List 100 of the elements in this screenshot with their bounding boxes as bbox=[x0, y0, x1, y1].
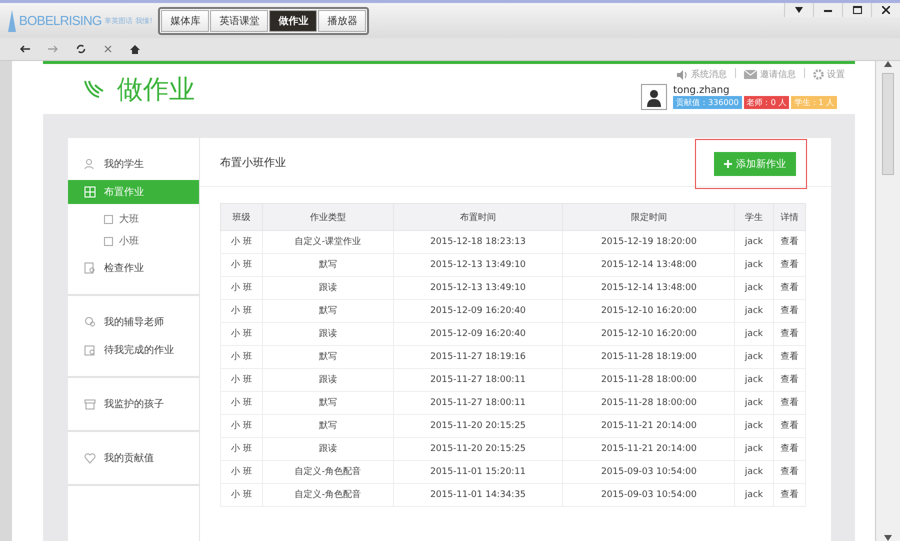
shop-icon bbox=[84, 398, 96, 410]
table-cell: 2015-11-28 18:00:00 bbox=[562, 368, 735, 392]
column-header: 布置时间 bbox=[393, 204, 563, 230]
table-cell: 2015-11-21 20:14:00 bbox=[562, 438, 735, 460]
tower-icon bbox=[8, 10, 16, 32]
table-cell: 小 班 bbox=[220, 392, 263, 414]
leaf-logo-icon bbox=[83, 79, 105, 99]
sidebar-subitem[interactable]: 小班 bbox=[68, 230, 199, 252]
table-cell: jack bbox=[734, 276, 774, 300]
sidebar-item[interactable]: 待我完成的作业 bbox=[68, 338, 199, 362]
close-button[interactable] bbox=[871, 3, 900, 17]
heart-icon bbox=[84, 452, 96, 464]
table-cell: 2015-11-01 15:20:11 bbox=[393, 460, 563, 484]
view-link[interactable]: 查看 bbox=[773, 276, 806, 300]
document-search-icon bbox=[84, 262, 96, 274]
view-link[interactable]: 查看 bbox=[773, 322, 806, 346]
minimize-button[interactable] bbox=[813, 3, 842, 17]
view-link[interactable]: 查看 bbox=[773, 392, 806, 414]
table-cell: 小 班 bbox=[220, 254, 263, 276]
view-link[interactable]: 查看 bbox=[773, 254, 806, 276]
sidebar-item[interactable]: 我的学生 bbox=[68, 152, 199, 176]
table-cell: 2015-12-14 13:48:00 bbox=[562, 276, 735, 300]
home-icon[interactable] bbox=[130, 44, 140, 54]
table-cell: jack bbox=[734, 368, 774, 392]
refresh-icon[interactable] bbox=[76, 44, 86, 54]
sidebar-item[interactable]: 检查作业 bbox=[68, 256, 199, 280]
table-cell: 默写 bbox=[262, 414, 394, 438]
back-icon[interactable] bbox=[20, 45, 30, 53]
square-icon bbox=[104, 236, 113, 246]
minimize-icon bbox=[824, 7, 832, 13]
app-tab[interactable]: 媒体库 bbox=[161, 10, 210, 32]
view-link[interactable]: 查看 bbox=[773, 368, 806, 392]
table-cell: 自定义-课堂作业 bbox=[262, 230, 394, 254]
calendar-icon bbox=[84, 344, 96, 356]
view-link[interactable]: 查看 bbox=[773, 484, 806, 506]
view-link[interactable]: 查看 bbox=[773, 438, 806, 460]
envelope-icon bbox=[744, 70, 757, 79]
table-cell: jack bbox=[734, 346, 774, 368]
table-cell: jack bbox=[734, 254, 774, 276]
table-cell: 跟读 bbox=[262, 276, 394, 300]
app-tab[interactable]: 做作业 bbox=[269, 10, 318, 32]
dropdown-button[interactable] bbox=[784, 3, 813, 17]
view-link[interactable]: 查看 bbox=[773, 230, 806, 254]
table-cell: 2015-11-28 18:19:00 bbox=[562, 346, 735, 368]
table-cell: 2015-11-01 14:34:35 bbox=[393, 484, 563, 506]
table-cell: 2015-12-10 16:20:00 bbox=[562, 300, 735, 322]
table-cell: jack bbox=[734, 438, 774, 460]
sidebar-item[interactable]: 我监护的孩子 bbox=[68, 392, 199, 416]
table-cell: 小 班 bbox=[220, 484, 263, 506]
table-cell: 2015-11-27 18:00:11 bbox=[393, 368, 563, 392]
close-icon bbox=[882, 6, 890, 14]
column-header: 作业类型 bbox=[262, 204, 394, 230]
table-cell: jack bbox=[734, 484, 774, 506]
maximize-icon bbox=[852, 6, 862, 14]
column-header: 限定时间 bbox=[562, 204, 735, 230]
table-cell: 小 班 bbox=[220, 322, 263, 346]
table-cell: 小 班 bbox=[220, 346, 263, 368]
stat-badge: 老师：0 人 bbox=[744, 96, 790, 109]
sidebar-subitem[interactable]: 大班 bbox=[68, 208, 199, 230]
table-cell: 默写 bbox=[262, 392, 394, 414]
caret-icon bbox=[795, 7, 803, 13]
sidebar-item[interactable]: 我的辅导老师 bbox=[68, 310, 199, 334]
maximize-button[interactable] bbox=[842, 3, 871, 17]
table-cell: 跟读 bbox=[262, 322, 394, 346]
table-cell: 小 班 bbox=[220, 414, 263, 438]
table-cell: 小 班 bbox=[220, 300, 263, 322]
view-link[interactable]: 查看 bbox=[773, 346, 806, 368]
app-tab[interactable]: 英语课堂 bbox=[210, 10, 268, 32]
column-header: 班级 bbox=[220, 204, 263, 230]
table-cell: jack bbox=[734, 300, 774, 322]
table-cell: 2015-12-14 13:48:00 bbox=[562, 254, 735, 276]
scroll-down-icon[interactable] bbox=[884, 535, 892, 541]
table-cell: 2015-09-03 10:54:00 bbox=[562, 484, 735, 506]
table-cell: 自定义-角色配音 bbox=[262, 484, 394, 506]
table-cell: 默写 bbox=[262, 300, 394, 322]
grid-icon bbox=[84, 186, 96, 198]
view-link[interactable]: 查看 bbox=[773, 460, 806, 484]
plus-icon bbox=[724, 160, 732, 168]
table-cell: 2015-12-19 18:20:00 bbox=[562, 230, 735, 254]
section-title: 布置小班作业 bbox=[220, 154, 286, 170]
table-cell: jack bbox=[734, 460, 774, 484]
stop-icon[interactable] bbox=[104, 45, 112, 53]
page-title: 做作业 bbox=[117, 74, 195, 106]
view-link[interactable]: 查看 bbox=[773, 414, 806, 438]
table-cell: 2015-11-20 20:15:25 bbox=[393, 414, 563, 438]
column-header: 学生 bbox=[734, 204, 774, 230]
app-tab[interactable]: 播放器 bbox=[318, 10, 366, 32]
sidebar-item[interactable]: 我的贡献值 bbox=[68, 446, 199, 470]
speaker-icon bbox=[677, 70, 688, 80]
table-cell: 小 班 bbox=[220, 368, 263, 392]
table-cell: 默写 bbox=[262, 254, 394, 276]
table-cell: 2015-11-28 18:00:00 bbox=[562, 392, 735, 414]
table-cell: 2015-12-09 16:20:40 bbox=[393, 322, 563, 346]
scrollbar-thumb[interactable] bbox=[882, 73, 894, 175]
table-cell: 2015-11-27 18:00:11 bbox=[393, 392, 563, 414]
table-cell: jack bbox=[734, 392, 774, 414]
view-link[interactable]: 查看 bbox=[773, 300, 806, 322]
gear-icon bbox=[813, 69, 824, 80]
user-name: tong.zhang bbox=[673, 85, 730, 96]
table-cell: jack bbox=[734, 230, 774, 254]
